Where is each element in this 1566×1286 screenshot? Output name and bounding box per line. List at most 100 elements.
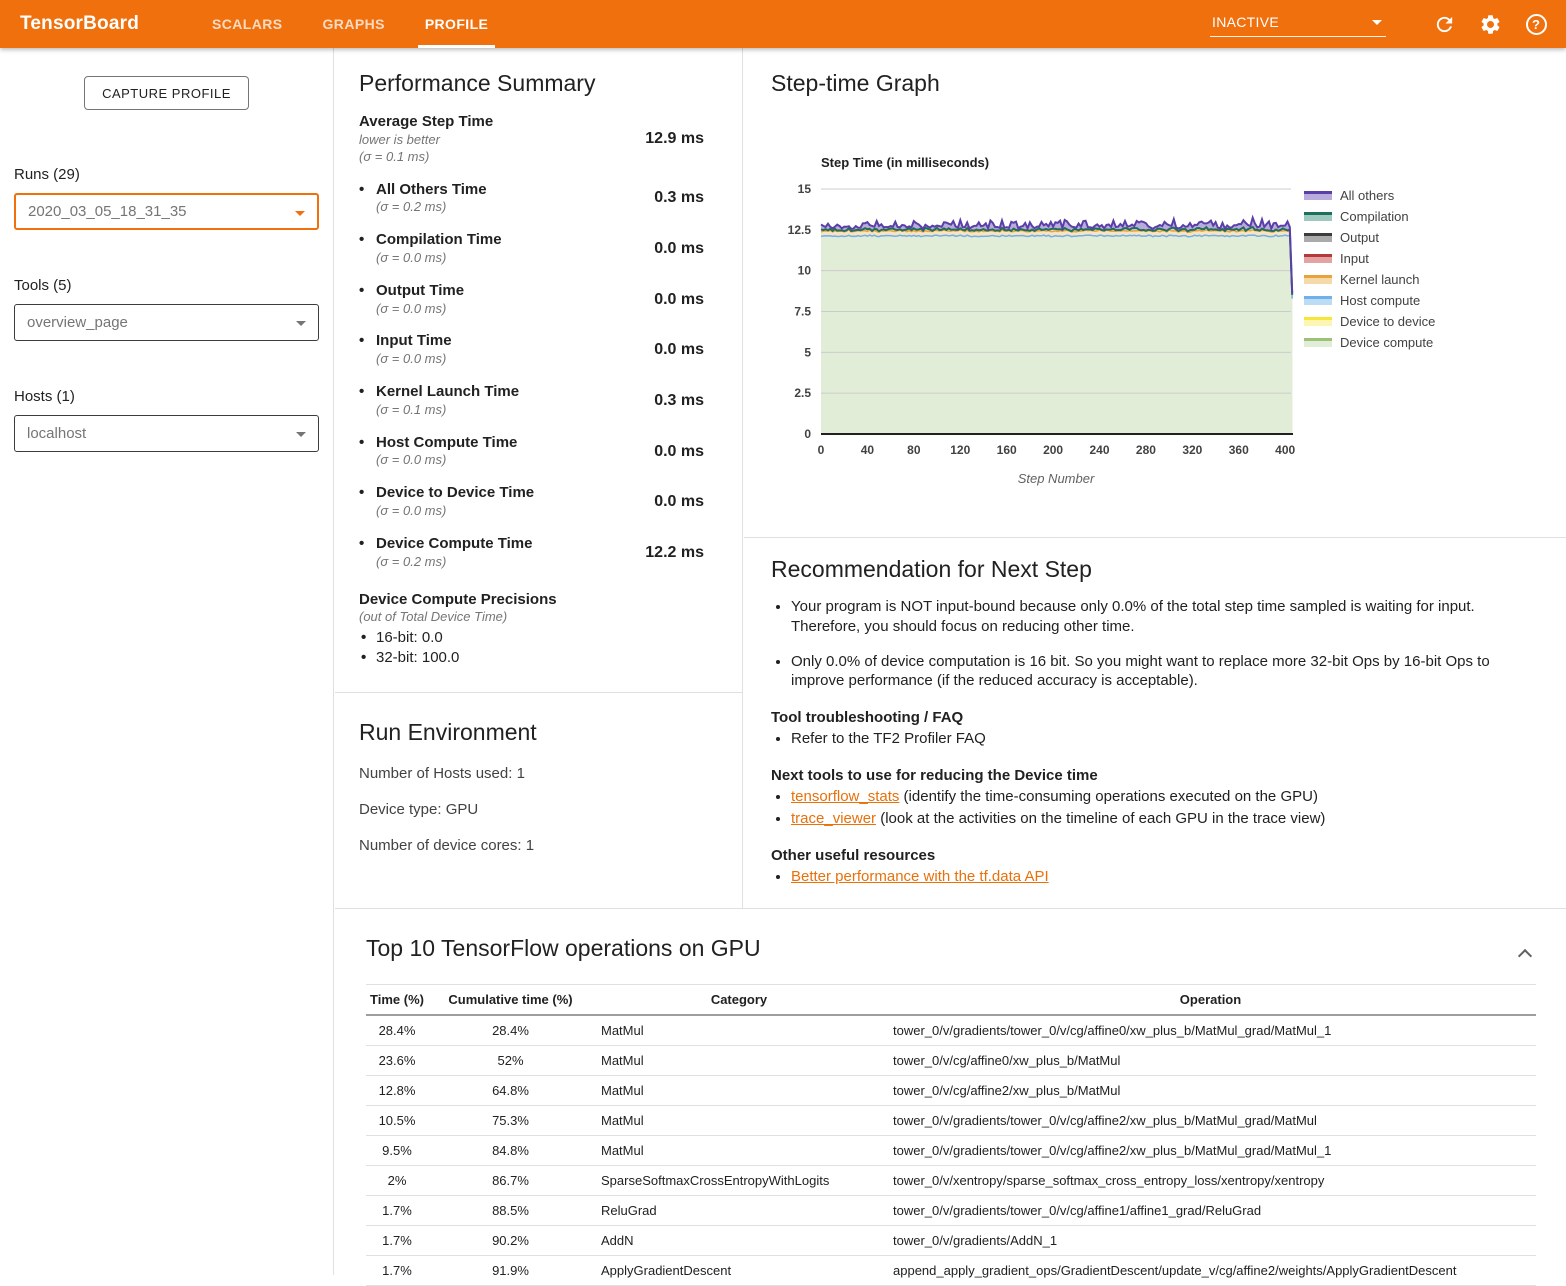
svg-text:10: 10 <box>798 264 812 278</box>
next-tool-description: (identify the time-consuming operations … <box>899 788 1318 805</box>
metric-sigma: (σ = 0.1 ms) <box>376 402 519 419</box>
help-question-mark: ? <box>1526 14 1547 35</box>
hosts-label: Hosts (1) <box>14 388 333 405</box>
cell-category: ApplyGradientDescent <box>593 1256 885 1286</box>
table-row: 1.7%88.5%ReluGradtower_0/v/gradients/tow… <box>366 1196 1536 1226</box>
table-row: 1.7%90.2%AddNtower_0/v/gradients/AddN_1 <box>366 1226 1536 1256</box>
run-environment-line: Number of Hosts used: 1 <box>359 765 718 782</box>
svg-text:15: 15 <box>798 182 812 196</box>
table-row: 28.4%28.4%MatMultower_0/v/gradients/towe… <box>366 1015 1536 1046</box>
metric-value: 0.3 ms <box>618 392 704 410</box>
cell-category: MatMul <box>593 1136 885 1166</box>
chart-legend: All others Compilation Output Input Kern… <box>1304 185 1435 353</box>
faq-item: Refer to the TF2 Profiler FAQ <box>791 729 1526 749</box>
svg-text:40: 40 <box>861 443 875 457</box>
svg-text:360: 360 <box>1229 443 1249 457</box>
legend-label: Compilation <box>1340 209 1409 224</box>
precision-item: 16-bit: 0.0 <box>361 628 704 648</box>
run-environment-line: Device type: GPU <box>359 801 718 818</box>
average-step-time-row: Average Step Time lower is better (σ = 0… <box>359 113 704 166</box>
next-tools-heading: Next tools to use for reducing the Devic… <box>771 767 1526 784</box>
bullet: • <box>359 332 376 368</box>
cell-operation: tower_0/v/xentropy/sparse_softmax_cross_… <box>885 1166 1536 1196</box>
bullet: • <box>359 181 376 217</box>
table-row: 1.7%91.9%ApplyGradientDescentappend_appl… <box>366 1256 1536 1286</box>
runs-dropdown-value: 2020_03_05_18_31_35 <box>28 203 187 220</box>
table-row: 12.8%64.8%MatMultower_0/v/cg/affine2/xw_… <box>366 1076 1536 1106</box>
cell-time: 1.7% <box>366 1256 428 1286</box>
metric-row: • Host Compute Time (σ = 0.0 ms) 0.0 ms <box>359 434 704 470</box>
metric-row: • All Others Time (σ = 0.2 ms) 0.3 ms <box>359 181 704 217</box>
cell-operation: tower_0/v/gradients/tower_0/v/cg/affine2… <box>885 1136 1536 1166</box>
tools-dropdown-value: overview_page <box>27 314 128 331</box>
metric-value: 0.0 ms <box>618 240 704 258</box>
legend-label: Input <box>1340 251 1369 266</box>
faq-heading: Tool troubleshooting / FAQ <box>771 709 1526 726</box>
cell-category: MatMul <box>593 1106 885 1136</box>
tensorflow-stats-link[interactable]: tensorflow_stats <box>791 788 899 805</box>
metric-label: Compilation Time <box>376 231 502 250</box>
trace-viewer-link[interactable]: trace_viewer <box>791 810 876 827</box>
refresh-icon[interactable] <box>1432 12 1456 36</box>
top-ops-title: Top 10 TensorFlow operations on GPU <box>366 935 1536 962</box>
cell-category: MatMul <box>593 1015 885 1046</box>
metric-label: Average Step Time <box>359 113 618 132</box>
cell-category: SparseSoftmaxCrossEntropyWithLogits <box>593 1166 885 1196</box>
chevron-down-icon <box>296 321 306 326</box>
chevron-down-icon <box>296 432 306 437</box>
tfdata-api-link[interactable]: Better performance with the tf.data API <box>791 868 1049 885</box>
metric-value: 12.9 ms <box>618 130 704 148</box>
metric-value: 0.0 ms <box>618 341 704 359</box>
capture-profile-button[interactable]: CAPTURE PROFILE <box>84 76 249 110</box>
legend-label: Device to device <box>1340 314 1435 329</box>
svg-text:320: 320 <box>1182 443 1202 457</box>
cell-cumulative: 52% <box>428 1046 593 1076</box>
cell-time: 23.6% <box>366 1046 428 1076</box>
metric-row: • Device Compute Time (σ = 0.2 ms) 12.2 … <box>359 535 704 571</box>
cell-time: 28.4% <box>366 1015 428 1046</box>
svg-text:Step Number: Step Number <box>1018 471 1095 486</box>
metric-label: Input Time <box>376 332 452 351</box>
cell-operation: tower_0/v/gradients/AddN_1 <box>885 1226 1536 1256</box>
bullet: • <box>359 282 376 318</box>
chevron-down-icon <box>295 211 305 216</box>
cell-time: 1.7% <box>366 1196 428 1226</box>
cell-cumulative: 28.4% <box>428 1015 593 1046</box>
col-cumulative: Cumulative time (%) <box>428 985 593 1016</box>
svg-text:5: 5 <box>804 345 811 359</box>
tools-dropdown[interactable]: overview_page <box>14 304 319 341</box>
legend-item: All others <box>1304 185 1435 206</box>
step-time-chart: 02.557.51012.515040801201602002402803203… <box>771 147 1566 502</box>
help-icon[interactable]: ? <box>1524 12 1548 36</box>
precisions-subtitle: (out of Total Device Time) <box>359 609 704 626</box>
legend-item: Output <box>1304 227 1435 248</box>
metric-row: • Kernel Launch Time (σ = 0.1 ms) 0.3 ms <box>359 383 704 419</box>
metric-sigma: (σ = 0.0 ms) <box>376 250 502 267</box>
bullet: • <box>359 535 376 571</box>
svg-text:400: 400 <box>1275 443 1295 457</box>
runs-dropdown[interactable]: 2020_03_05_18_31_35 <box>14 193 319 230</box>
legend-swatch <box>1304 212 1332 221</box>
bullet: • <box>359 484 376 520</box>
tab-profile[interactable]: PROFILE <box>418 0 495 48</box>
tab-graphs[interactable]: GRAPHS <box>316 0 392 48</box>
tab-scalars[interactable]: SCALARS <box>205 0 289 48</box>
main-content: Performance Summary Average Step Time lo… <box>335 48 1566 1275</box>
metric-value: 0.3 ms <box>618 189 704 207</box>
recommendation-title: Recommendation for Next Step <box>771 556 1526 583</box>
status-dropdown[interactable]: INACTIVE <box>1210 12 1386 37</box>
cell-category: MatMul <box>593 1046 885 1076</box>
collapse-chevron-icon[interactable] <box>1518 947 1532 961</box>
hosts-dropdown[interactable]: localhost <box>14 415 319 452</box>
legend-label: Kernel launch <box>1340 272 1420 287</box>
bullet: • <box>359 434 376 470</box>
cell-operation: tower_0/v/cg/affine0/xw_plus_b/MatMul <box>885 1046 1536 1076</box>
cell-cumulative: 84.8% <box>428 1136 593 1166</box>
legend-item: Input <box>1304 248 1435 269</box>
metric-sigma: (σ = 0.0 ms) <box>376 351 452 368</box>
settings-gear-icon[interactable] <box>1478 12 1502 36</box>
svg-text:12.5: 12.5 <box>788 223 812 237</box>
metric-sigma: (σ = 0.0 ms) <box>376 452 517 469</box>
cell-time: 2% <box>366 1166 428 1196</box>
cell-operation: tower_0/v/gradients/tower_0/v/cg/affine0… <box>885 1015 1536 1046</box>
